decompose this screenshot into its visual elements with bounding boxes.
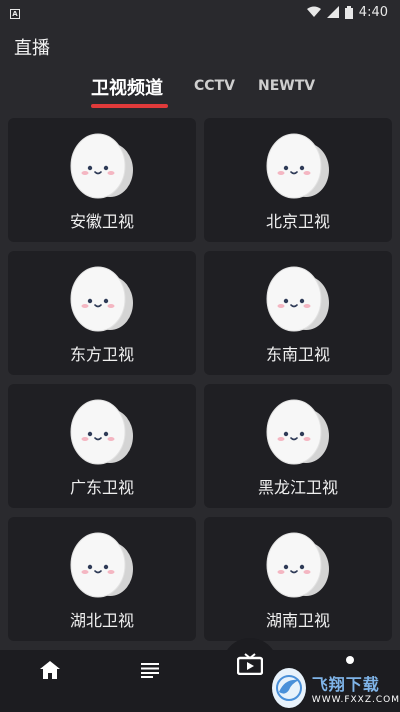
signal-icon bbox=[326, 6, 339, 18]
egg-mascot-icon bbox=[262, 398, 334, 466]
tab-cctv[interactable]: CCTV bbox=[194, 78, 235, 94]
egg-mascot-icon bbox=[66, 398, 138, 466]
channel-grid: 安徽卫视 北京卫视 东方卫视 东南卫视 广东卫视 黑龙江卫视 湖北卫视 湖南卫视 bbox=[0, 110, 400, 650]
tab-newtv[interactable]: NEWTV bbox=[258, 78, 315, 94]
page-title: 直播 bbox=[14, 38, 50, 59]
watermark-sub: WWW.FXXZ.COM bbox=[311, 695, 400, 705]
nav-list[interactable] bbox=[130, 650, 170, 690]
wifi-icon bbox=[306, 6, 321, 17]
channel-name: 东南卫视 bbox=[265, 345, 330, 364]
status-bar: A 4:40 bbox=[0, 0, 400, 24]
channel-name: 安徽卫视 bbox=[69, 212, 134, 231]
status-time: 4:40 bbox=[358, 4, 388, 20]
battery-icon bbox=[344, 5, 353, 19]
channel-card[interactable]: 东南卫视 bbox=[204, 251, 392, 375]
channel-card[interactable]: 湖北卫视 bbox=[8, 517, 196, 641]
channel-name: 北京卫视 bbox=[265, 212, 330, 231]
status-right: 4:40 bbox=[306, 4, 388, 20]
watermark-text: 飞翔下载 WWW.FXXZ.COM bbox=[312, 671, 400, 705]
channel-card[interactable]: 东方卫视 bbox=[8, 251, 196, 375]
app-notification-icon: A bbox=[10, 8, 20, 19]
channel-card[interactable]: 湖南卫视 bbox=[204, 517, 392, 641]
channel-card[interactable]: 北京卫视 bbox=[204, 118, 392, 242]
header: 直播 卫视频道 CCTV NEWTV bbox=[0, 24, 400, 110]
status-left: A bbox=[10, 5, 20, 20]
egg-mascot-icon bbox=[66, 531, 138, 599]
channel-card[interactable]: 黑龙江卫视 bbox=[204, 384, 392, 508]
egg-mascot-icon bbox=[66, 132, 138, 200]
watermark-main: 飞翔下载 bbox=[311, 675, 380, 694]
nav-home[interactable] bbox=[30, 650, 70, 690]
channel-card[interactable]: 广东卫视 bbox=[8, 384, 196, 508]
channel-tabs: 卫视频道 CCTV NEWTV bbox=[0, 72, 400, 110]
watermark-logo-icon bbox=[272, 668, 306, 708]
list-icon bbox=[141, 663, 159, 678]
egg-mascot-icon bbox=[66, 265, 138, 333]
channel-name: 湖南卫视 bbox=[265, 611, 330, 630]
channel-name: 湖北卫视 bbox=[69, 611, 134, 630]
egg-mascot-icon bbox=[262, 265, 334, 333]
egg-mascot-icon bbox=[262, 531, 334, 599]
tab-satellite-channels[interactable]: 卫视频道 bbox=[91, 74, 163, 100]
egg-mascot-icon bbox=[262, 132, 334, 200]
channel-name: 广东卫视 bbox=[69, 478, 134, 497]
active-tab-indicator bbox=[91, 104, 168, 108]
channel-name: 东方卫视 bbox=[69, 345, 134, 364]
home-icon bbox=[40, 661, 60, 679]
nav-live-tv[interactable] bbox=[230, 644, 270, 684]
tv-icon bbox=[237, 653, 263, 675]
watermark: 飞翔下载 WWW.FXXZ.COM bbox=[268, 664, 400, 712]
channel-card[interactable]: 安徽卫视 bbox=[8, 118, 196, 242]
channel-name: 黑龙江卫视 bbox=[257, 478, 338, 497]
